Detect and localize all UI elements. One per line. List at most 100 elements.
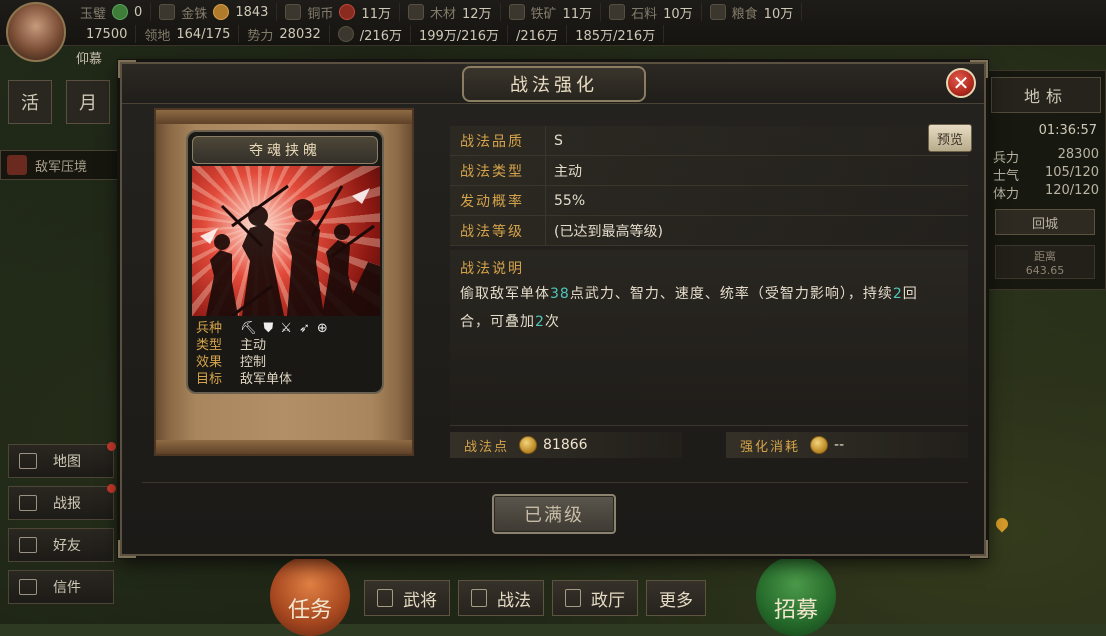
resource-row-top: 玉璧 0 金铢 1843 铜币 11万 木材 12万 铁矿 11万 石料 10万 粮食 10万 [72, 3, 803, 22]
resource-grain[interactable]: 粮食 10万 [702, 3, 803, 22]
resource-iron[interactable]: 铁矿 11万 [501, 3, 602, 22]
side-menu-battle-report[interactable]: 战报 [8, 484, 116, 520]
resource-value: 11万 [361, 6, 391, 22]
card-info-row: 效果 控制 [196, 354, 376, 371]
resource-label: 铁矿 [530, 6, 557, 22]
card-info-label: 兵种 [196, 321, 223, 336]
stat-label: 领地 [144, 28, 171, 44]
resource-label: 粮食 [731, 6, 758, 22]
tab-more[interactable]: 更多 [646, 580, 706, 616]
resource-jade[interactable]: 玉璧 0 [72, 3, 152, 22]
card-info-row: 目标 敌军单体 [196, 371, 376, 388]
info-label: 发动概率 [450, 186, 546, 215]
player-avatar[interactable] [6, 2, 66, 62]
cavalry-icon: ⛏ [240, 321, 257, 336]
landmark-tab[interactable]: 地标 [991, 77, 1101, 113]
resource-gold[interactable]: 金铢 1843 [151, 3, 278, 22]
event-button-monthly[interactable]: 月 [66, 80, 110, 124]
landmark-stat-row: 体力 120/120 [993, 183, 1099, 202]
tactic-points-value: 81866 [543, 437, 588, 453]
battle-report-icon [19, 495, 37, 511]
tactic-description: 战法说明 偷取敌军单体38点武力、智力、速度、统率（受智力影响），持续2回合，可… [450, 250, 968, 426]
close-button[interactable]: ✕ [946, 68, 976, 98]
distance-value: 643.65 [1025, 263, 1065, 277]
recruit-button[interactable]: 招募 [756, 556, 836, 636]
return-city-button[interactable]: 回城 [995, 209, 1095, 235]
card-info-value: 主动 [240, 338, 267, 353]
tactic-card-artwork [192, 166, 380, 316]
bottom-navigation: 任务 武将 战法 政厅 更多 招募 [0, 556, 1106, 636]
notification-dot [107, 442, 116, 451]
resource-value: 10万 [663, 6, 693, 22]
card-info-label: 效果 [196, 355, 223, 370]
stat-territory: 领地 164/175 [136, 25, 240, 44]
event-button-activity[interactable]: 活 [8, 80, 52, 124]
resource-label: 金铢 [181, 6, 208, 22]
resource-row-bottom: 17500 领地 164/175 势力 28032 /216万 199万/216万 … [72, 25, 665, 44]
landmark-stat-value: 120/120 [1044, 183, 1099, 198]
stat-power: 势力 28032 [239, 25, 330, 44]
resource-wood[interactable]: 木材 12万 [400, 3, 501, 22]
trigger-rate-row: 发动概率 55% [450, 186, 968, 216]
clock-icon [337, 26, 354, 42]
distance-panel[interactable]: 距离 643.65 [995, 245, 1095, 279]
frame-corner [970, 540, 988, 558]
tab-tactics[interactable]: 战法 [458, 580, 544, 616]
event-shortcuts: 活 月 [8, 80, 110, 124]
upgrade-cost-value: -- [834, 437, 845, 453]
landmark-panel: 地标 01:36:57 兵力 28300 士气 105/120 体力 120/120 … [986, 70, 1106, 290]
points-row: 战法点 81866 强化消耗 -- [450, 432, 968, 458]
tactic-level-row: 战法等级 (已达到最高等级) [450, 216, 968, 246]
friends-icon [19, 537, 37, 553]
tab-generals[interactable]: 武将 [364, 580, 450, 616]
stat-value: 28032 [279, 26, 321, 42]
side-menu-map[interactable]: 地图 [8, 442, 116, 478]
divider [142, 482, 968, 483]
resource-bar: 玉璧 0 金铢 1843 铜币 11万 木材 12万 铁矿 11万 石料 10万 粮食 10万… [0, 0, 1106, 46]
quest-button[interactable]: 任务 [270, 556, 350, 636]
card-info-label: 类型 [196, 338, 223, 353]
stat-troops: 17500 [72, 25, 137, 43]
tactic-points: 战法点 81866 [450, 432, 682, 458]
info-value: (已达到最高等级) [554, 223, 663, 240]
tactic-point-icon [810, 436, 829, 454]
info-value: 主动 [554, 163, 582, 180]
resource-copper[interactable]: 铜币 11万 [277, 3, 400, 22]
tab-hall[interactable]: 政厅 [552, 580, 638, 616]
upgrade-cost-label: 强化消耗 [740, 439, 801, 455]
desc-number: 2 [892, 286, 903, 302]
card-info-label: 目标 [196, 372, 223, 387]
tab-label: 政厅 [591, 590, 625, 611]
frame-corner [118, 540, 136, 558]
info-value: 55% [554, 192, 586, 209]
gold-box-icon [159, 4, 176, 20]
player-name: 仰慕 [76, 52, 103, 67]
grain-icon [709, 4, 726, 20]
tactic-card-name: 夺魂挟魄 [192, 136, 378, 164]
desc-part: 次 [544, 314, 560, 330]
tactic-card: 夺魂挟魄 兵种 ⛏ ⛊ ⚔ ➶ ⊕ 类型 主动 效果 控制 目标 敌军单体 [186, 130, 384, 394]
enemy-alert-label: 敌军压境 [35, 159, 88, 175]
max-level-button[interactable]: 已满级 [492, 494, 616, 534]
tactic-upgrade-dialog: 战法强化 ✕ 夺魂挟魄 兵种 ⛏ ⛊ ⚔ ➶ ⊕ 类型 主动 效果 控制 目标 … [118, 60, 988, 558]
side-menu-label: 地图 [53, 454, 81, 470]
bottom-tabs: 武将 战法 政厅 更多 [364, 580, 706, 616]
preview-button[interactable]: 预览 [928, 124, 972, 152]
stat-value: 164/175 [176, 26, 231, 42]
stat-value: 199万/216万 [418, 28, 499, 44]
card-info-row: 兵种 ⛏ ⛊ ⚔ ➶ ⊕ [196, 320, 376, 337]
side-menu-label: 好友 [53, 538, 81, 554]
upgrade-cost: 强化消耗 -- [726, 432, 968, 458]
notification-dot [107, 484, 116, 493]
card-info-row: 类型 主动 [196, 337, 376, 354]
landmark-stat-value: 105/120 [1044, 165, 1099, 180]
resource-stone[interactable]: 石料 10万 [601, 3, 702, 22]
side-menu-label: 战报 [53, 496, 81, 512]
tab-label: 更多 [659, 590, 693, 611]
enemy-alert[interactable]: 敌军压境 [0, 150, 120, 180]
tab-label: 武将 [403, 590, 437, 611]
troop-type-icons: ⛏ ⛊ ⚔ ➶ ⊕ [240, 320, 328, 337]
copper-box-icon [285, 4, 302, 20]
landmark-stat-label: 兵力 [993, 151, 1020, 166]
resource-value: 11万 [562, 6, 593, 22]
